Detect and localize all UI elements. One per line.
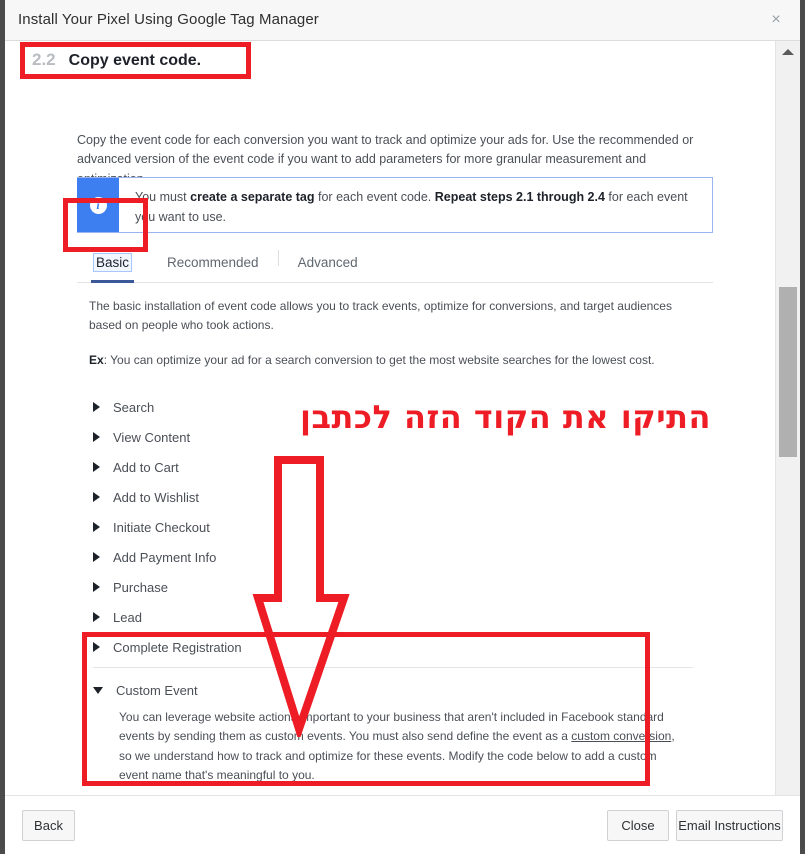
tab-bar: Basic Recommended Advanced [77, 244, 713, 283]
event-row-complete-registration[interactable]: Complete Registration [93, 632, 693, 662]
screenshot-root: Install Your Pixel Using Google Tag Mana… [0, 0, 805, 854]
panel-example-text: : You can optimize your ad for a search … [103, 353, 655, 368]
event-label: View Content [113, 429, 191, 445]
panel-example-label: Ex [89, 353, 104, 368]
window-edge-right [800, 0, 805, 854]
tabs-container: Basic Recommended Advanced [77, 244, 713, 283]
info-text-2: for each event code. [314, 190, 435, 204]
panel-paragraph: The basic installation of event code all… [89, 299, 672, 333]
dialog-titlebar: Install Your Pixel Using Google Tag Mana… [5, 0, 800, 41]
event-row-search[interactable]: Search [93, 392, 693, 422]
page-title: Copy event code. [68, 52, 202, 69]
custom-event-description: You can leverage website actions importa… [119, 708, 679, 786]
event-row-add-to-wishlist[interactable]: Add to Wishlist [93, 482, 693, 512]
event-label: Lead [113, 609, 142, 625]
chevron-right-icon [93, 462, 100, 472]
close-button[interactable]: Close [607, 810, 669, 841]
tab-advanced[interactable]: Advanced [279, 254, 377, 282]
event-label: Add Payment Info [113, 549, 217, 565]
chevron-right-icon [93, 552, 100, 562]
event-row-view-content[interactable]: View Content [93, 422, 693, 452]
custom-event-header[interactable]: Custom Event [93, 679, 693, 701]
tab-recommended[interactable]: Recommended [148, 254, 278, 282]
event-label: Purchase [113, 579, 168, 595]
tab-panel-text: The basic installation of event code all… [89, 297, 701, 371]
chevron-right-icon [93, 402, 100, 412]
close-icon[interactable]: × [764, 8, 788, 32]
event-row-initiate-checkout[interactable]: Initiate Checkout [93, 512, 693, 542]
step-header: 2.2 Copy event code. [32, 50, 201, 70]
chevron-right-icon [93, 612, 100, 622]
chevron-right-icon [93, 492, 100, 502]
event-label: Search [113, 399, 155, 415]
vertical-scrollbar[interactable] [775, 41, 800, 795]
scrollbar-thumb[interactable] [779, 287, 797, 457]
chevron-right-icon [93, 582, 100, 592]
info-callout: i You must create a separate tag for eac… [77, 177, 713, 233]
panel-example: Ex: You can optimize your ad for a searc… [89, 351, 701, 370]
event-label: Complete Registration [113, 639, 242, 655]
custom-event-section: Custom Event You can leverage website ac… [93, 679, 693, 795]
event-row-purchase[interactable]: Purchase [93, 572, 693, 602]
chevron-down-icon [93, 686, 103, 694]
event-row-add-to-cart[interactable]: Add to Cart [93, 452, 693, 482]
event-list: Search View Content Add to Cart Add to W… [93, 392, 693, 662]
tab-basic-label: Basic [92, 253, 133, 272]
custom-event-label: Custom Event [116, 682, 198, 698]
install-pixel-dialog: Install Your Pixel Using Google Tag Mana… [5, 0, 800, 854]
section-divider [93, 667, 693, 668]
info-callout-text: You must create a separate tag for each … [119, 178, 712, 232]
scroll-content: 2.2 Copy event code. Copy the event code… [5, 41, 775, 795]
custom-conversion-link[interactable]: custom conversion [571, 729, 671, 743]
scroll-up-arrow-icon[interactable] [776, 41, 800, 63]
step-number: 2.2 [32, 50, 56, 69]
email-instructions-button[interactable]: Email Instructions [676, 810, 783, 841]
info-icon: i [89, 196, 107, 214]
dialog-footer: Back Close Email Instructions [5, 795, 800, 854]
tab-recommended-label: Recommended [167, 255, 259, 270]
info-bold-2: Repeat steps 2.1 through 2.4 [434, 190, 605, 204]
chevron-right-icon [93, 522, 100, 532]
chevron-right-icon [93, 432, 100, 442]
info-icon-column: i [77, 178, 119, 232]
event-label: Add to Cart [113, 459, 179, 475]
chevron-right-icon [93, 642, 100, 652]
tab-basic[interactable]: Basic [77, 253, 148, 283]
event-row-lead[interactable]: Lead [93, 602, 693, 632]
tab-advanced-label: Advanced [297, 255, 358, 270]
event-label: Initiate Checkout [113, 519, 210, 535]
info-text-1: You must [135, 190, 191, 204]
event-row-add-payment-info[interactable]: Add Payment Info [93, 542, 693, 572]
dialog-body: 2.2 Copy event code. Copy the event code… [5, 41, 800, 795]
back-button[interactable]: Back [22, 810, 75, 841]
dialog-title: Install Your Pixel Using Google Tag Mana… [18, 11, 319, 28]
event-label: Add to Wishlist [113, 489, 199, 505]
info-bold-1: create a separate tag [190, 190, 315, 204]
